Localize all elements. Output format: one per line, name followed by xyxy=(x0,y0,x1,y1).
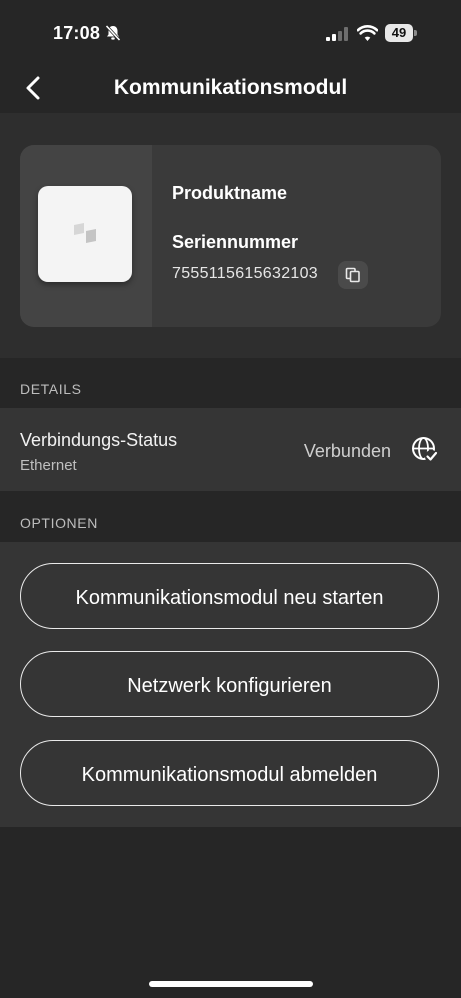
product-image-panel xyxy=(20,145,152,327)
battery-tip xyxy=(414,30,417,36)
wifi-icon xyxy=(357,25,378,41)
restart-module-button[interactable]: Kommunikationsmodul neu starten xyxy=(20,563,439,629)
serial-number-label: Seriennummer xyxy=(172,232,299,252)
copy-icon xyxy=(345,267,360,283)
copy-serial-button[interactable] xyxy=(338,261,368,289)
options-section-label: OPTIONEN xyxy=(20,515,98,531)
signal-icon xyxy=(326,27,348,41)
device-image xyxy=(38,186,132,282)
product-card: Produktname Seriennummer 755511561563210… xyxy=(20,145,441,327)
connection-status-value: Verbunden xyxy=(303,441,391,461)
configure-network-button[interactable]: Netzwerk konfigurieren xyxy=(20,651,439,717)
status-time: 17:08 xyxy=(53,23,101,43)
connection-status-row: Verbindungs-Status Ethernet Verbunden xyxy=(0,408,461,491)
brand-logo-icon xyxy=(74,223,96,243)
status-bar: 17:08 49 xyxy=(0,0,461,68)
connection-type: Ethernet xyxy=(20,457,77,474)
serial-number-value: 7555115615632103 xyxy=(172,265,318,282)
home-indicator[interactable] xyxy=(149,981,313,987)
logout-module-button[interactable]: Kommunikationsmodul abmelden xyxy=(20,740,439,806)
product-name-label: Produktname xyxy=(172,183,288,203)
details-section-label: DETAILS xyxy=(20,381,82,397)
battery-indicator: 49 xyxy=(385,24,417,42)
globe-check-icon xyxy=(412,437,438,463)
page-title: Kommunikationsmodul xyxy=(113,76,348,99)
navigation-bar: Kommunikationsmodul xyxy=(0,68,461,112)
bell-slash-icon xyxy=(105,24,121,42)
connection-status-title: Verbindungs-Status xyxy=(20,430,178,450)
battery-level: 49 xyxy=(385,24,413,42)
